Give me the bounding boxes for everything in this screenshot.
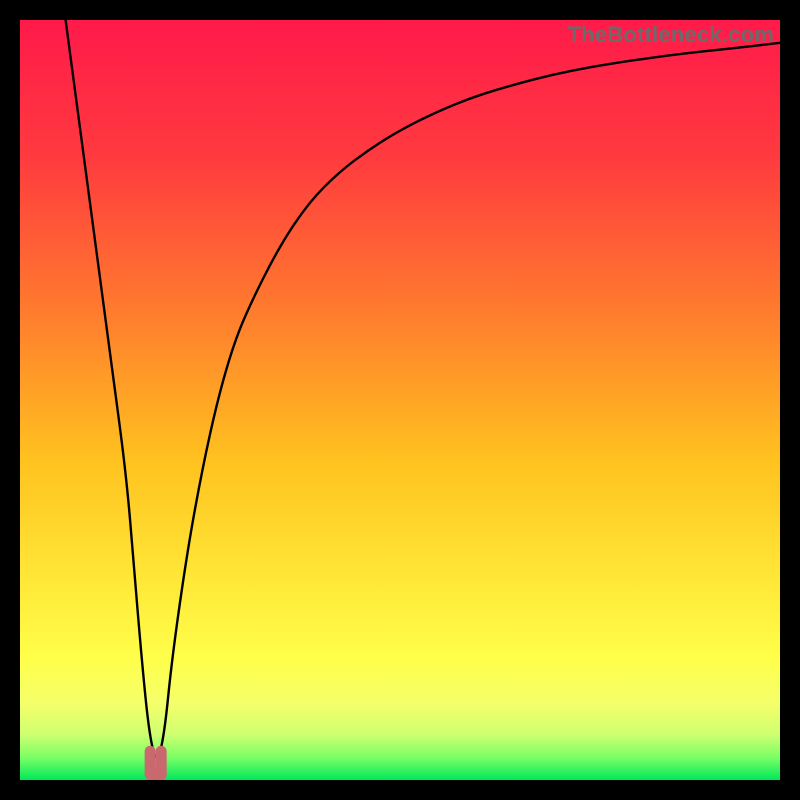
watermark-label: TheBottleneck.com xyxy=(568,22,774,48)
plot-area xyxy=(20,20,780,780)
minimum-marker xyxy=(20,20,780,780)
chart-frame: TheBottleneck.com xyxy=(20,20,780,780)
